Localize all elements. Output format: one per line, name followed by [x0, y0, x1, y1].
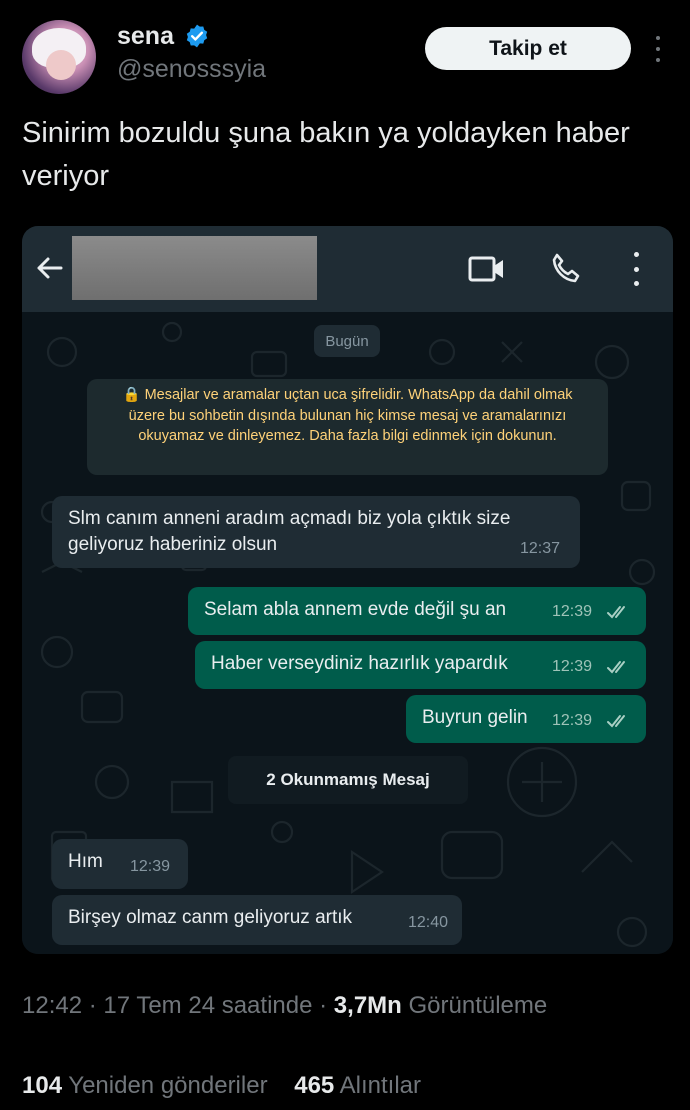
avatar-face: [46, 50, 76, 80]
message-text: Buyrun gelin: [422, 707, 528, 728]
message-text: Haber verseydiniz hazırlık yapardık: [211, 653, 508, 674]
message-bubble[interactable]: Birşey olmaz canm geliyoruz artık 12:40: [52, 895, 462, 945]
more-icon[interactable]: [650, 36, 666, 62]
encryption-notice[interactable]: 🔒 Mesajlar ve aramalar uçtan uca şifreli…: [87, 379, 608, 475]
message-time: 12:37: [520, 540, 561, 557]
message-bubble[interactable]: Buyrun gelin 12:39: [406, 695, 646, 743]
video-call-icon: [468, 256, 503, 282]
redacted-contact-name: [72, 236, 317, 300]
avatar[interactable]: [22, 20, 96, 94]
message-bubble[interactable]: Haber verseydiniz hazırlık yapardık 12:3…: [195, 641, 646, 689]
back-arrow-icon: [37, 257, 63, 279]
message-time: 12:39: [552, 712, 593, 729]
message-time: 12:39: [552, 603, 593, 620]
message-time: 12:39: [130, 858, 171, 875]
double-check-icon: [607, 661, 625, 674]
chat-area: Bugün 🔒 Mesajlar ve aramalar uçtan uca ş…: [22, 312, 673, 954]
double-check-icon: [607, 715, 625, 728]
tweet-meta: 12:42 · 17 Tem 24 saatinde · 3,7Mn Görün…: [22, 992, 547, 1020]
menu-icon: [630, 252, 642, 286]
message-time: 12:39: [552, 658, 593, 675]
message-text: Selam abla annem evde değil şu an: [204, 599, 507, 620]
double-check-icon: [607, 606, 625, 619]
quote-label[interactable]: Alıntılar: [340, 1072, 421, 1099]
separator: ·: [319, 992, 328, 1019]
message-bubble[interactable]: Selam abla annem evde değil şu an 12:39: [188, 587, 646, 635]
unread-messages-divider: 2 Okunmamış Mesaj: [228, 756, 468, 804]
tweet-stats: 104 Yeniden gönderiler 465 Alıntılar: [22, 1072, 421, 1100]
tweet-time[interactable]: 12:42: [22, 992, 82, 1019]
tweet-text: Sinirim bozuldu şuna bakın ya yoldayken …: [22, 117, 630, 192]
message-text: Hım: [68, 851, 103, 872]
separator: ·: [88, 992, 97, 1019]
retweet-label[interactable]: Yeniden gönderiler: [68, 1072, 267, 1099]
quote-count[interactable]: 465: [294, 1072, 334, 1099]
retweet-count[interactable]: 104: [22, 1072, 62, 1099]
message-bubble[interactable]: Hım 12:39: [52, 839, 188, 889]
attached-image[interactable]: Bugün 🔒 Mesajlar ve aramalar uçtan uca ş…: [22, 226, 673, 954]
message-bubble[interactable]: Slm canım anneni aradım açmadı biz yola …: [52, 496, 580, 568]
message-text: Birşey olmaz canm geliyoruz artık: [68, 907, 353, 928]
date-pill: Bugün: [314, 325, 380, 357]
user-handle[interactable]: @senosssyia: [117, 55, 266, 84]
chat-header: [22, 226, 673, 312]
message-text: Slm canım anneni aradım açmadı biz yola …: [68, 508, 511, 555]
view-label: Görüntüleme: [408, 992, 548, 1019]
verified-badge-icon: [186, 24, 208, 48]
follow-button[interactable]: Takip et: [425, 27, 631, 70]
phone-icon: [552, 253, 580, 283]
message-time: 12:40: [408, 914, 449, 931]
user-name[interactable]: sena: [117, 22, 174, 51]
tweet-date[interactable]: 17 Tem 24 saatinde: [103, 992, 312, 1019]
view-count: 3,7Mn: [333, 992, 402, 1019]
